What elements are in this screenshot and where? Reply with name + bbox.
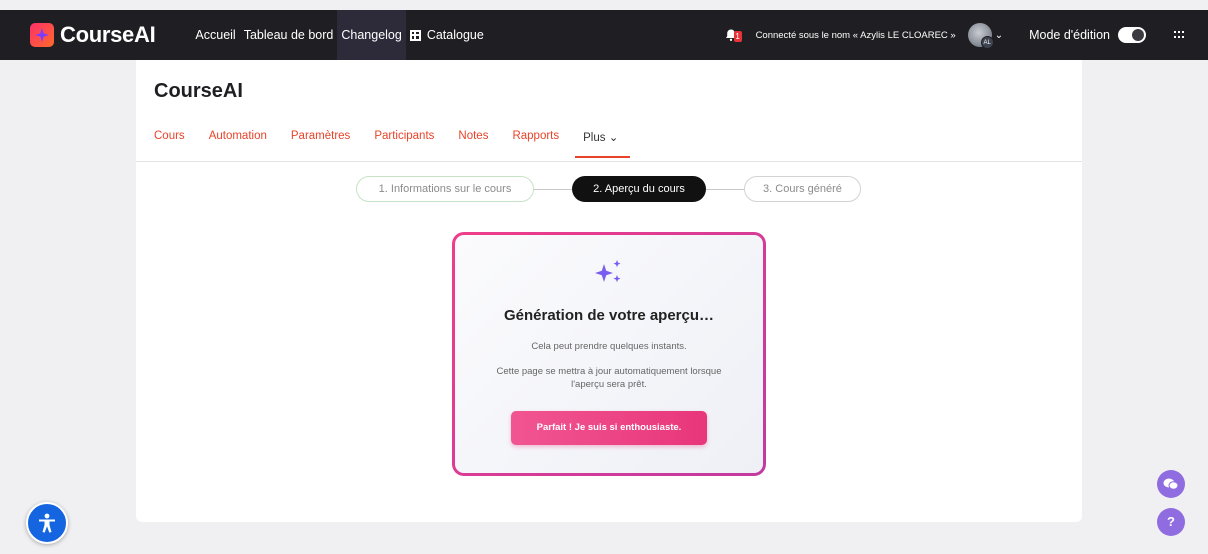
course-tabs: Cours Automation Paramètres Participants… xyxy=(154,130,642,158)
step-apercu[interactable]: 2. Aperçu du cours xyxy=(572,176,706,202)
generation-panel: Génération de votre aperçu… Cela peut pr… xyxy=(452,232,766,476)
generation-title: Génération de votre aperçu… xyxy=(503,307,715,324)
avatar[interactable]: AL xyxy=(967,23,994,49)
nav-tableau-de-bord[interactable]: Tableau de bord xyxy=(240,10,338,60)
catalogue-grid-icon xyxy=(409,29,421,41)
accessibility-button[interactable] xyxy=(26,502,68,544)
logged-in-as-text: Connecté sous le nom « Azylis LE CLOAREC… xyxy=(755,29,956,41)
apps-grid-icon[interactable] xyxy=(1174,31,1184,39)
tab-participants[interactable]: Participants xyxy=(374,130,434,144)
avatar-initials: AL xyxy=(980,36,994,49)
brand-logo-icon xyxy=(30,23,54,47)
main-nav: Accueil Tableau de bord Changelog Catalo… xyxy=(191,10,487,60)
step-connector xyxy=(706,188,744,190)
sparkles-icon xyxy=(595,260,621,283)
generation-stepper: 1. Informations sur le cours 2. Aperçu d… xyxy=(356,176,861,202)
tab-rapports[interactable]: Rapports xyxy=(512,130,559,144)
nav-changelog[interactable]: Changelog xyxy=(337,10,406,60)
notifications-button[interactable]: 1 xyxy=(724,28,742,42)
tab-notes[interactable]: Notes xyxy=(458,130,488,144)
brand[interactable]: CourseAI xyxy=(30,22,156,48)
top-navbar: CourseAI Accueil Tableau de bord Changel… xyxy=(0,10,1208,60)
tab-parametres[interactable]: Paramètres xyxy=(291,130,350,144)
brand-name: CourseAI xyxy=(60,22,156,47)
course-card: CourseAI Cours Automation Paramètres Par… xyxy=(136,60,1082,522)
notification-count-badge: 1 xyxy=(733,31,742,42)
tab-cours[interactable]: Cours xyxy=(154,130,185,144)
tabs-divider xyxy=(136,161,1082,162)
page-title: CourseAI xyxy=(154,80,243,102)
step-informations[interactable]: 1. Informations sur le cours xyxy=(356,176,534,202)
enthusiastic-button[interactable]: Parfait ! Je suis si enthousiaste. xyxy=(511,411,707,445)
user-area: 1 Connecté sous le nom « Azylis LE CLOAR… xyxy=(724,10,1208,60)
nav-catalogue-label: Catalogue xyxy=(426,28,484,42)
accessibility-icon xyxy=(39,513,55,533)
chat-button[interactable] xyxy=(1157,470,1185,498)
step-cours-genere[interactable]: 3. Cours généré xyxy=(744,176,861,202)
nav-accueil[interactable]: Accueil xyxy=(191,10,239,60)
tab-automation[interactable]: Automation xyxy=(209,130,267,144)
tab-plus[interactable]: Plus ⌄ xyxy=(575,130,631,158)
user-menu-chevron-down-icon[interactable]: ⌄ xyxy=(995,30,1003,41)
generation-panel-inner: Génération de votre aperçu… Cela peut pr… xyxy=(455,235,763,473)
step-connector xyxy=(534,188,572,190)
help-button[interactable]: ? xyxy=(1157,508,1185,536)
generation-subtitle: Cela peut prendre quelques instants. xyxy=(531,341,687,352)
edit-mode-toggle[interactable] xyxy=(1118,27,1146,43)
generation-note: Cette page se mettra à jour automatiquem… xyxy=(496,366,722,390)
nav-catalogue[interactable]: Catalogue xyxy=(406,10,488,60)
edit-mode-label: Mode d'édition xyxy=(1029,28,1110,42)
chat-bubbles-icon xyxy=(1163,478,1179,490)
